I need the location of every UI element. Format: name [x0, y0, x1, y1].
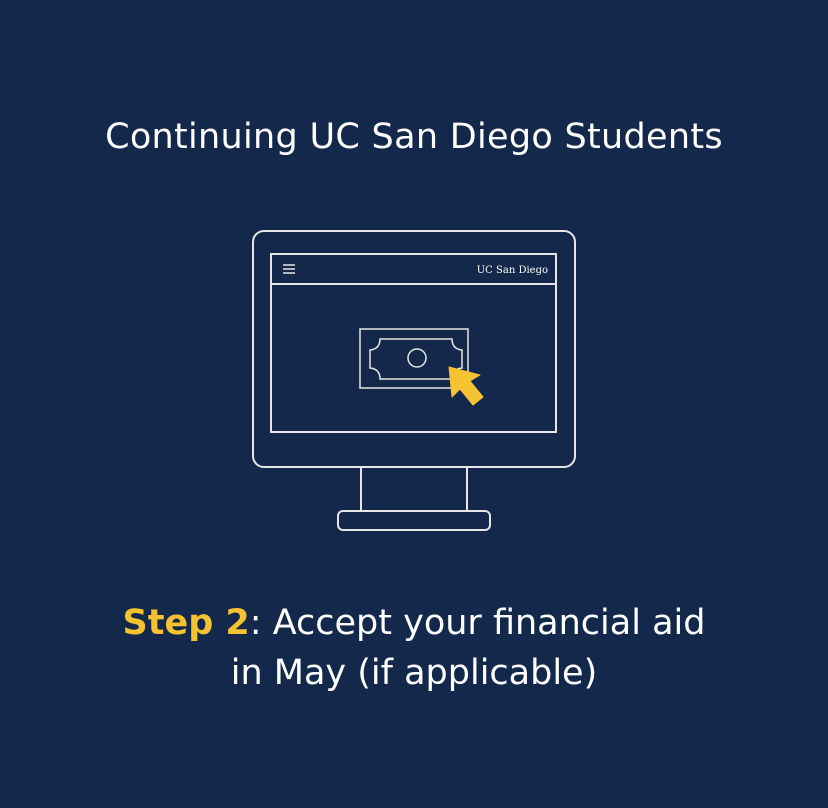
caption-line-2: in May (if applicable)	[230, 653, 598, 693]
step-caption: Step 2: Accept your financial aid in May…	[0, 598, 828, 698]
dollar-bill-icon	[359, 328, 469, 389]
monitor-stand-neck	[360, 466, 468, 512]
monitor-screen	[270, 253, 557, 433]
caption-line-1-text: : Accept your financial aid	[249, 603, 706, 643]
cursor-arrow-icon	[448, 366, 484, 406]
uc-san-diego-logo: UC San Diego	[477, 265, 548, 276]
monitor-stand-base	[337, 510, 491, 531]
step-label: Step 2	[122, 603, 250, 643]
hamburger-menu-icon	[283, 264, 295, 274]
monitor-frame	[252, 230, 576, 468]
page-title: Continuing UC San Diego Students	[105, 117, 723, 157]
caption-line-1: Step 2: Accept your financial aid	[0, 598, 828, 648]
